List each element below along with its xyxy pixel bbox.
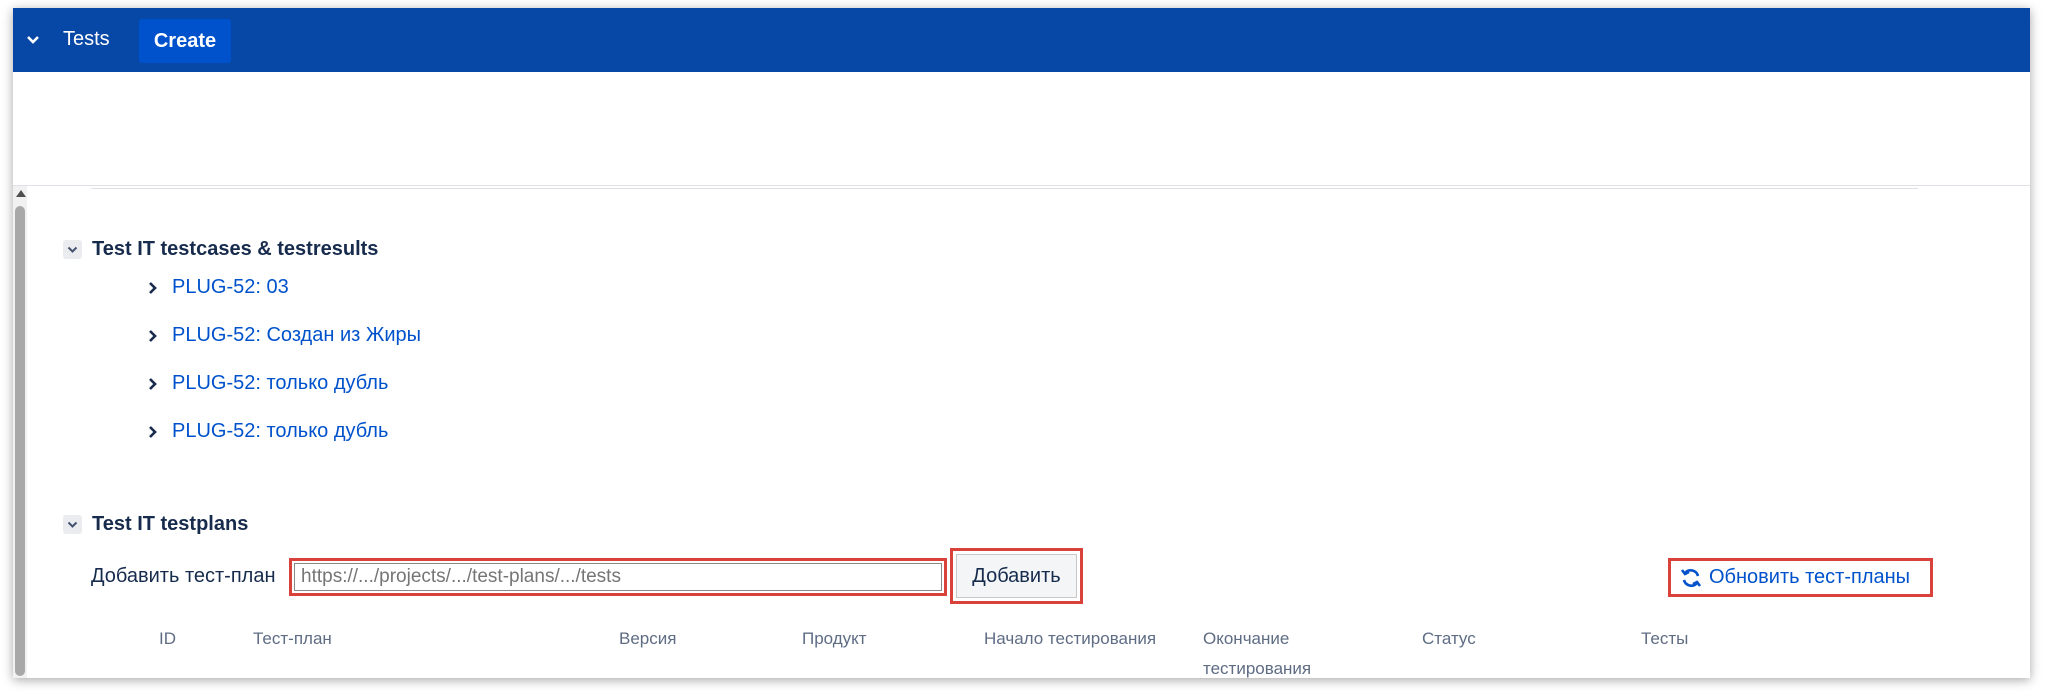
add-button-highlight: Добавить: [950, 548, 1083, 604]
column-header-id[interactable]: ID: [159, 624, 176, 654]
top-navigation-bar: Tests Create: [13, 8, 2030, 72]
chevron-right-icon[interactable]: [148, 377, 162, 391]
refresh-testplans-button[interactable]: Обновить тест-планы: [1668, 558, 1933, 597]
create-button[interactable]: Create: [139, 19, 231, 63]
testcase-link[interactable]: PLUG-52: только дубль: [172, 420, 388, 443]
add-testplan-button[interactable]: Добавить: [956, 554, 1077, 598]
testplan-url-input[interactable]: [294, 563, 942, 591]
divider: [91, 188, 1918, 189]
scroll-thumb[interactable]: [15, 206, 25, 676]
list-item[interactable]: PLUG-52: 03: [148, 276, 289, 299]
section-testplans-header[interactable]: Test IT testplans: [63, 513, 248, 536]
list-item[interactable]: PLUG-52: Создан из Жиры: [148, 324, 421, 347]
url-field-highlight: [289, 558, 947, 596]
add-testplan-label: Добавить тест-план: [91, 565, 276, 587]
header-area: [13, 72, 2030, 186]
column-header-product[interactable]: Продукт: [802, 624, 867, 654]
section-title: Test IT testplans: [92, 513, 249, 535]
testcase-link[interactable]: PLUG-52: 03: [172, 276, 289, 299]
section-testcases-header[interactable]: Test IT testcases & testresults: [63, 238, 378, 261]
chevron-right-icon[interactable]: [148, 281, 162, 295]
tab-tests[interactable]: Tests: [63, 28, 110, 51]
scroll-up-arrow-icon[interactable]: [16, 190, 26, 197]
chevron-right-icon[interactable]: [148, 425, 162, 439]
column-header-tests[interactable]: Тесты: [1641, 624, 1688, 654]
column-header-version[interactable]: Версия: [619, 624, 676, 654]
list-item[interactable]: PLUG-52: только дубль: [148, 372, 388, 395]
testcase-link[interactable]: PLUG-52: Создан из Жиры: [172, 324, 421, 347]
refresh-label: Обновить тест-планы: [1709, 566, 1911, 588]
chevron-right-icon[interactable]: [148, 329, 162, 343]
column-header-start[interactable]: Начало тестирования: [984, 624, 1156, 654]
chevron-down-icon[interactable]: [63, 240, 82, 259]
chevron-down-icon[interactable]: [19, 26, 47, 54]
column-header-status[interactable]: Статус: [1422, 624, 1476, 654]
chevron-down-icon[interactable]: [63, 515, 82, 534]
list-item[interactable]: PLUG-52: только дубль: [148, 420, 388, 443]
column-header-testplan[interactable]: Тест-план: [253, 624, 332, 654]
section-title: Test IT testcases & testresults: [92, 238, 379, 260]
refresh-icon[interactable]: [1679, 566, 1703, 590]
app-window: Tests Create Test IT testcases & testres…: [13, 8, 2030, 678]
column-header-end[interactable]: Окончание тестирования: [1203, 624, 1343, 678]
testcase-link[interactable]: PLUG-52: только дубль: [172, 372, 388, 395]
vertical-scrollbar[interactable]: [13, 186, 27, 678]
